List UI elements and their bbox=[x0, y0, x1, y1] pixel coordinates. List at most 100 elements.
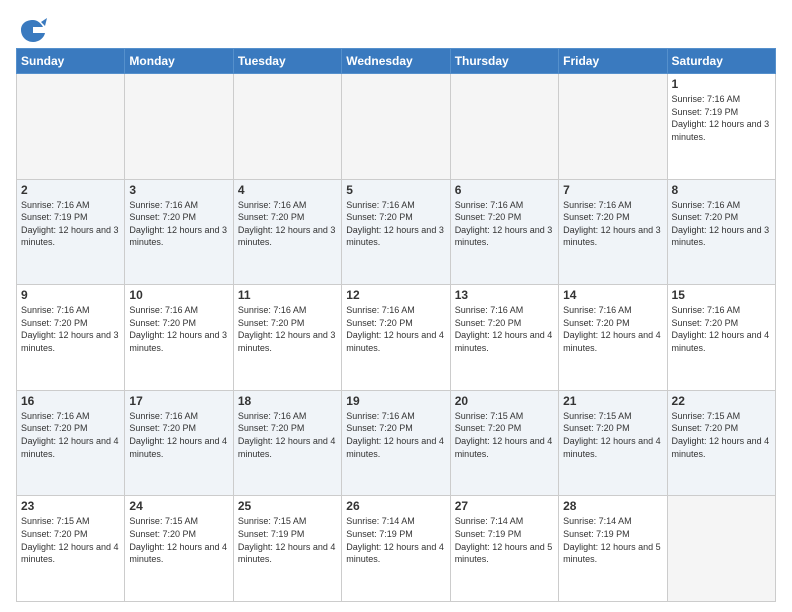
day-info: Sunrise: 7:14 AMSunset: 7:19 PMDaylight:… bbox=[563, 515, 662, 565]
calendar-table: SundayMondayTuesdayWednesdayThursdayFrid… bbox=[16, 48, 776, 602]
calendar-cell bbox=[233, 74, 341, 180]
day-number: 8 bbox=[672, 183, 771, 197]
day-number: 10 bbox=[129, 288, 228, 302]
calendar-cell: 10 Sunrise: 7:16 AMSunset: 7:20 PMDayligh… bbox=[125, 285, 233, 391]
day-number: 21 bbox=[563, 394, 662, 408]
calendar-cell: 14Sunrise: 7:16 AMSunset: 7:20 PMDayligh… bbox=[559, 285, 667, 391]
calendar-cell: 9 Sunrise: 7:16 AMSunset: 7:20 PMDaylight… bbox=[17, 285, 125, 391]
day-info: Sunrise: 7:16 AMSunset: 7:20 PMDaylight:… bbox=[21, 304, 120, 354]
day-number: 17 bbox=[129, 394, 228, 408]
day-number: 4 bbox=[238, 183, 337, 197]
day-info: Sunrise: 7:16 AMSunset: 7:20 PMDaylight:… bbox=[672, 304, 771, 354]
calendar-cell: 18 Sunrise: 7:16 AMSunset: 7:20 PMDayligh… bbox=[233, 390, 341, 496]
week-row-5: 23 Sunrise: 7:15 AMSunset: 7:20 PMDayligh… bbox=[17, 496, 776, 602]
calendar-cell: 3 Sunrise: 7:16 AMSunset: 7:20 PMDaylight… bbox=[125, 179, 233, 285]
day-number: 6 bbox=[455, 183, 554, 197]
weekday-header-tuesday: Tuesday bbox=[233, 49, 341, 74]
day-info: Sunrise: 7:16 AMSunset: 7:20 PMDaylight:… bbox=[346, 199, 445, 249]
day-info: Sunrise: 7:14 AMSunset: 7:19 PMDaylight:… bbox=[455, 515, 554, 565]
day-info: Sunrise: 7:16 AMSunset: 7:20 PMDaylight:… bbox=[129, 304, 228, 354]
calendar-cell: 23 Sunrise: 7:15 AMSunset: 7:20 PMDayligh… bbox=[17, 496, 125, 602]
calendar-cell: 24 Sunrise: 7:15 AMSunset: 7:20 PMDayligh… bbox=[125, 496, 233, 602]
day-info: Sunrise: 7:16 AMSunset: 7:19 PMDaylight:… bbox=[672, 93, 771, 143]
day-info: Sunrise: 7:16 AMSunset: 7:19 PMDaylight:… bbox=[21, 199, 120, 249]
weekday-header-friday: Friday bbox=[559, 49, 667, 74]
day-info: Sunrise: 7:15 AMSunset: 7:20 PMDaylight:… bbox=[21, 515, 120, 565]
calendar-cell bbox=[342, 74, 450, 180]
day-info: Sunrise: 7:16 AMSunset: 7:20 PMDaylight:… bbox=[346, 410, 445, 460]
calendar-cell: 13Sunrise: 7:16 AMSunset: 7:20 PMDayligh… bbox=[450, 285, 558, 391]
day-number: 24 bbox=[129, 499, 228, 513]
day-number: 14 bbox=[563, 288, 662, 302]
day-info: Sunrise: 7:16 AMSunset: 7:20 PMDaylight:… bbox=[238, 199, 337, 249]
day-number: 15 bbox=[672, 288, 771, 302]
day-number: 11 bbox=[238, 288, 337, 302]
day-number: 3 bbox=[129, 183, 228, 197]
day-number: 27 bbox=[455, 499, 554, 513]
calendar-cell: 20 Sunrise: 7:15 AMSunset: 7:20 PMDayligh… bbox=[450, 390, 558, 496]
day-number: 7 bbox=[563, 183, 662, 197]
logo-icon bbox=[19, 16, 47, 44]
day-info: Sunrise: 7:16 AMSunset: 7:20 PMDaylight:… bbox=[346, 304, 445, 354]
calendar-cell: 12 Sunrise: 7:16 AMSunset: 7:20 PMDayligh… bbox=[342, 285, 450, 391]
day-info: Sunrise: 7:16 AMSunset: 7:20 PMDaylight:… bbox=[238, 304, 337, 354]
calendar-cell: 25 Sunrise: 7:15 AMSunset: 7:19 PMDayligh… bbox=[233, 496, 341, 602]
day-info: Sunrise: 7:15 AMSunset: 7:20 PMDaylight:… bbox=[455, 410, 554, 460]
week-row-2: 2 Sunrise: 7:16 AMSunset: 7:19 PMDaylight… bbox=[17, 179, 776, 285]
day-info: Sunrise: 7:15 AMSunset: 7:20 PMDaylight:… bbox=[672, 410, 771, 460]
week-row-3: 9 Sunrise: 7:16 AMSunset: 7:20 PMDaylight… bbox=[17, 285, 776, 391]
week-row-1: 1 Sunrise: 7:16 AMSunset: 7:19 PMDaylight… bbox=[17, 74, 776, 180]
day-info: Sunrise: 7:16 AMSunset: 7:20 PMDaylight:… bbox=[129, 199, 228, 249]
day-info: Sunrise: 7:16 AMSunset: 7:20 PMDaylight:… bbox=[21, 410, 120, 460]
calendar-cell: 22 Sunrise: 7:15 AMSunset: 7:20 PMDayligh… bbox=[667, 390, 775, 496]
day-info: Sunrise: 7:16 AMSunset: 7:20 PMDaylight:… bbox=[455, 199, 554, 249]
calendar-cell: 6 Sunrise: 7:16 AMSunset: 7:20 PMDaylight… bbox=[450, 179, 558, 285]
calendar-cell bbox=[17, 74, 125, 180]
week-row-4: 16 Sunrise: 7:16 AMSunset: 7:20 PMDayligh… bbox=[17, 390, 776, 496]
day-number: 16 bbox=[21, 394, 120, 408]
day-info: Sunrise: 7:16 AMSunset: 7:20 PMDaylight:… bbox=[129, 410, 228, 460]
calendar-cell: 16 Sunrise: 7:16 AMSunset: 7:20 PMDayligh… bbox=[17, 390, 125, 496]
calendar-cell: 21 Sunrise: 7:15 AMSunset: 7:20 PMDayligh… bbox=[559, 390, 667, 496]
day-number: 2 bbox=[21, 183, 120, 197]
calendar-cell bbox=[559, 74, 667, 180]
calendar-cell: 27 Sunrise: 7:14 AMSunset: 7:19 PMDayligh… bbox=[450, 496, 558, 602]
logo bbox=[16, 16, 47, 44]
calendar-cell bbox=[450, 74, 558, 180]
day-number: 28 bbox=[563, 499, 662, 513]
day-info: Sunrise: 7:16 AMSunset: 7:20 PMDaylight:… bbox=[238, 410, 337, 460]
day-number: 23 bbox=[21, 499, 120, 513]
day-number: 20 bbox=[455, 394, 554, 408]
day-number: 18 bbox=[238, 394, 337, 408]
calendar-cell bbox=[125, 74, 233, 180]
day-info: Sunrise: 7:15 AMSunset: 7:20 PMDaylight:… bbox=[563, 410, 662, 460]
day-number: 22 bbox=[672, 394, 771, 408]
weekday-header-monday: Monday bbox=[125, 49, 233, 74]
day-number: 25 bbox=[238, 499, 337, 513]
calendar-cell: 8 Sunrise: 7:16 AMSunset: 7:20 PMDaylight… bbox=[667, 179, 775, 285]
calendar-cell bbox=[667, 496, 775, 602]
calendar-cell: 15 Sunrise: 7:16 AMSunset: 7:20 PMDayligh… bbox=[667, 285, 775, 391]
calendar-cell: 17 Sunrise: 7:16 AMSunset: 7:20 PMDayligh… bbox=[125, 390, 233, 496]
weekday-header-sunday: Sunday bbox=[17, 49, 125, 74]
day-number: 26 bbox=[346, 499, 445, 513]
day-number: 9 bbox=[21, 288, 120, 302]
calendar-cell: 2 Sunrise: 7:16 AMSunset: 7:19 PMDaylight… bbox=[17, 179, 125, 285]
weekday-header-wednesday: Wednesday bbox=[342, 49, 450, 74]
calendar-cell: 19Sunrise: 7:16 AMSunset: 7:20 PMDayligh… bbox=[342, 390, 450, 496]
calendar-cell: 28 Sunrise: 7:14 AMSunset: 7:19 PMDayligh… bbox=[559, 496, 667, 602]
day-info: Sunrise: 7:15 AMSunset: 7:19 PMDaylight:… bbox=[238, 515, 337, 565]
calendar-cell: 4 Sunrise: 7:16 AMSunset: 7:20 PMDaylight… bbox=[233, 179, 341, 285]
day-info: Sunrise: 7:16 AMSunset: 7:20 PMDaylight:… bbox=[563, 199, 662, 249]
header bbox=[16, 12, 776, 44]
day-info: Sunrise: 7:14 AMSunset: 7:19 PMDaylight:… bbox=[346, 515, 445, 565]
calendar-cell: 26 Sunrise: 7:14 AMSunset: 7:19 PMDayligh… bbox=[342, 496, 450, 602]
day-info: Sunrise: 7:16 AMSunset: 7:20 PMDaylight:… bbox=[672, 199, 771, 249]
weekday-header-saturday: Saturday bbox=[667, 49, 775, 74]
day-number: 12 bbox=[346, 288, 445, 302]
day-info: Sunrise: 7:15 AMSunset: 7:20 PMDaylight:… bbox=[129, 515, 228, 565]
day-number: 1 bbox=[672, 77, 771, 91]
weekday-header-thursday: Thursday bbox=[450, 49, 558, 74]
calendar-cell: 1 Sunrise: 7:16 AMSunset: 7:19 PMDaylight… bbox=[667, 74, 775, 180]
calendar-cell: 7 Sunrise: 7:16 AMSunset: 7:20 PMDaylight… bbox=[559, 179, 667, 285]
